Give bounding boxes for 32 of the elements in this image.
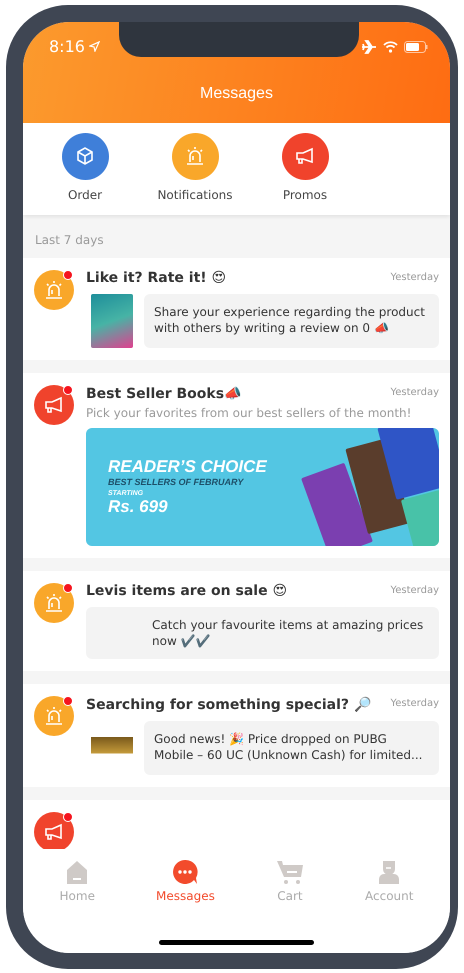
message-time: Yesterday bbox=[390, 696, 439, 709]
tab-item[interactable]: Home bbox=[60, 858, 95, 904]
section-title: Last 7 days bbox=[34, 232, 105, 248]
category-button[interactable]: Order bbox=[47, 132, 123, 214]
wifi-icon bbox=[383, 40, 398, 52]
message-body: Good news! 🎉 Price dropped on PUBG Mobile – 60 UC (Unknown Cash) for limited... bbox=[144, 720, 439, 775]
tab-item[interactable]: Account bbox=[365, 858, 414, 904]
status-time: 8:16 bbox=[49, 37, 85, 56]
cart-icon bbox=[276, 858, 304, 884]
message-title: Best Seller Books📣 bbox=[86, 384, 242, 402]
tab-item[interactable]: Cart bbox=[276, 858, 304, 904]
message-title: Like it? Rate it! 😍 bbox=[86, 270, 226, 286]
message-title: Searching for something special? 🔎 bbox=[86, 696, 371, 713]
banner-price: Rs. 699 bbox=[108, 496, 169, 516]
message-time: Yesterday bbox=[390, 386, 439, 398]
message-time: Yesterday bbox=[390, 584, 439, 596]
category-button[interactable]: Promos bbox=[267, 132, 343, 214]
header-title: Messages bbox=[200, 85, 273, 103]
product-thumbnail bbox=[91, 294, 133, 348]
message-title: Levis items are on sale 😍 bbox=[86, 582, 288, 598]
location-arrow-icon bbox=[88, 41, 100, 52]
message-body: Catch your favourite items at amazing prices now ✔✔ bbox=[86, 606, 439, 659]
message-subtitle: Pick your favorites from our best sellers of the month! bbox=[86, 406, 412, 420]
banner-headline: READER’S CHOICE bbox=[108, 456, 267, 476]
airplane-icon bbox=[361, 40, 377, 54]
message-time: Yesterday bbox=[390, 270, 439, 282]
tab-item[interactable]: Messages bbox=[156, 858, 215, 904]
message-body: Share your experience regarding the product with others by writing a review on 0 📣 bbox=[144, 294, 439, 348]
battery-icon bbox=[404, 40, 428, 52]
category-button[interactable]: Notifications bbox=[157, 132, 233, 214]
banner-subline: BEST SELLERS OF FEBRUARY bbox=[108, 476, 245, 486]
chat-icon bbox=[172, 858, 198, 884]
